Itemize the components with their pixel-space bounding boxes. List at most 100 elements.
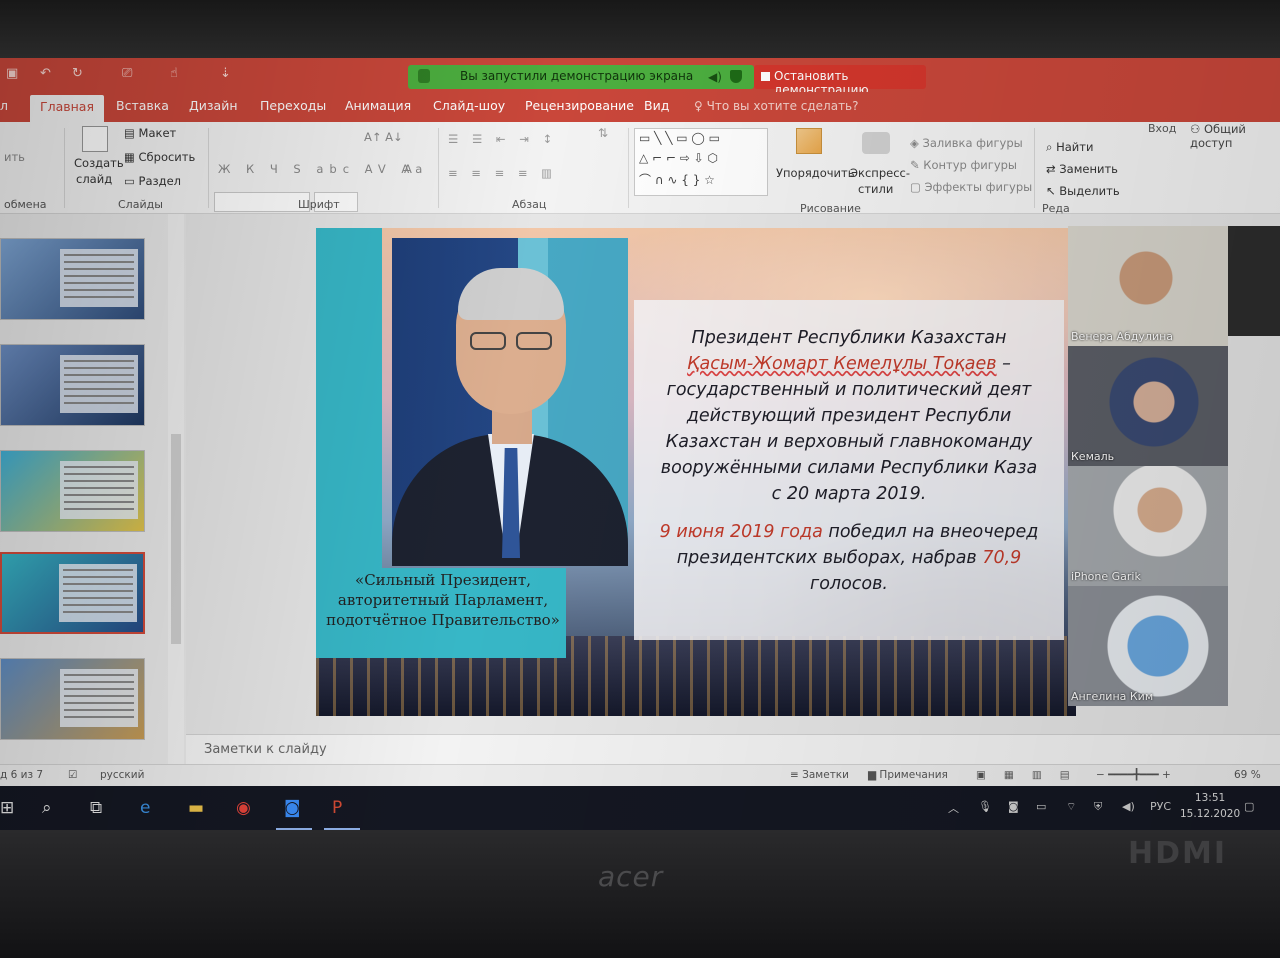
font-format-buttons[interactable]: Ж К Ч S abc AV Aa [218,162,428,176]
task-view-icon[interactable]: ⧉ [90,798,102,818]
slide-thumb-7[interactable] [0,658,145,740]
zoom-slider[interactable]: − ━━━━╋━━━ + [1096,769,1171,781]
comments-toggle[interactable]: ▆ Примечания [868,769,948,781]
file-explorer-icon[interactable]: ▬ [188,798,204,818]
participant-tile[interactable]: Ангелина Ким [1068,586,1228,706]
font-family-box[interactable] [214,192,310,212]
participant-tile[interactable]: iPhone Garik [1068,466,1228,586]
photo-of-monitor: ▣ ↶ ↻ ⎚ ☝ ⇣ Вы запустили демонстрацию эк… [0,0,1280,958]
text-direction-icon[interactable]: ⇅ [598,126,608,140]
quick-styles-icon[interactable] [862,132,890,154]
edge-icon[interactable]: e [140,798,150,818]
zoom-level[interactable]: 69 % [1234,769,1261,781]
current-slide[interactable]: «Сильный Президент, авторитетный Парламе… [316,228,1076,716]
tab-animations[interactable]: Анимация [345,98,411,113]
monitor-bezel-top [0,0,1280,62]
tell-me-search[interactable]: ♀ Что вы хотите сделать? [694,99,859,113]
tray-overflow-icon[interactable]: ︿ [948,800,959,816]
security-icon[interactable]: ⛨ [1094,800,1102,814]
volume-icon[interactable]: ◀) [1122,800,1135,813]
tab-view[interactable]: Вид [644,98,669,113]
slideshow-start-icon[interactable]: ⎚ [122,66,132,81]
zoom-tray-icon[interactable]: ◙ [1008,800,1019,813]
slide-thumb-5[interactable] [0,450,145,532]
view-buttons[interactable]: ▣▦▥▤ [976,769,1088,781]
new-slide-icon[interactable] [82,126,108,152]
reset-icon: ▦ [124,150,139,164]
touch-mode-icon[interactable]: ☝ [170,66,178,81]
zoom-icon[interactable]: ◙ [284,798,301,818]
input-language[interactable]: РУС [1150,800,1171,813]
new-slide-label2[interactable]: слайд [76,172,112,186]
find-button[interactable]: ⌕ Найти [1046,140,1093,155]
spellcheck-icon[interactable]: ☑ [68,769,77,781]
shape-effects-button[interactable]: ▢ Эффекты фигуры [910,180,1032,194]
notes-pane[interactable]: Заметки к слайду [186,734,1280,764]
section-button[interactable]: ▭ Раздел [124,174,181,188]
notes-toggle[interactable]: ≡ Заметки [790,769,849,781]
speaker-icon[interactable]: ◀) [708,70,722,84]
layout-button[interactable]: ▤ Макет [124,126,176,140]
select-button[interactable]: ↖ Выделить [1046,184,1120,198]
powerpoint-icon[interactable]: P [332,798,342,818]
status-bar: д 6 из 7 ☑ русский ≡ Заметки ▆ Примечани… [0,764,1280,786]
arrange-label[interactable]: Упорядочить [776,166,855,180]
tab-slideshow[interactable]: Слайд-шоу [433,98,505,113]
notes-placeholder: Заметки к слайду [204,742,327,757]
undo-icon[interactable]: ↶ [40,66,51,81]
participant-tile[interactable]: Кемаль [1068,346,1228,466]
sign-in-link[interactable]: Вход [1148,122,1176,135]
tab-review[interactable]: Рецензирование [525,98,634,113]
microphone-icon[interactable]: 🎙 [978,800,992,813]
search-icon[interactable]: ⌕ [42,798,52,818]
thumbnail-scrollbar[interactable] [168,214,184,764]
stop-share-button[interactable]: Остановить демонстрацию [754,65,926,97]
chrome-icon[interactable]: ◉ [236,798,251,818]
share-account-button[interactable]: ⚇ Общий доступ [1190,122,1280,150]
tab-transitions[interactable]: Переходы [260,98,326,113]
glasses [470,332,554,352]
tab-design[interactable]: Дизайн [189,98,238,113]
results-line: президентских выборах, набрав 70,9 [634,548,1064,568]
notifications-icon[interactable]: ▢ [1244,800,1254,813]
shape-outline-button[interactable]: ✎ Контур фигуры [910,158,1017,172]
find-label: Найти [1056,140,1094,154]
redo-icon[interactable]: ↻ [72,66,83,81]
text-box[interactable]: Президент Республики Казахстан Қасым-Жом… [634,300,1064,640]
arrange-icon[interactable] [796,128,822,154]
participant-tile[interactable]: Венера Абдулина [1068,226,1228,346]
text-line-5: Казахстан и верховный главнокоманду [665,432,1033,452]
quick-styles-label2[interactable]: стили [858,182,893,196]
replace-button[interactable]: ⇄ Заменить [1046,162,1118,176]
customize-qat-icon[interactable]: ⇣ [220,66,231,81]
tab-file[interactable]: л [0,98,8,113]
paste-partial[interactable]: ить [4,150,25,164]
tab-insert[interactable]: Вставка [116,98,169,113]
notes-icon: ≡ [790,769,803,781]
quick-styles-label[interactable]: Экспресс- [850,166,910,180]
votes-line: голосов. [810,574,888,594]
tab-home[interactable]: Главная [30,95,104,122]
slide-thumb-4[interactable] [0,344,145,426]
slide-thumb-6-selected[interactable] [0,552,145,634]
new-slide-label[interactable]: Создать [74,156,124,170]
shape-fill-button[interactable]: ◈ Заливка фигуры [910,136,1023,150]
results-text: президентских выборах, набрав [676,548,983,568]
tell-me-text: Что вы хотите сделать? [706,99,859,113]
brand-logo: acer [598,860,664,893]
reset-button[interactable]: ▦ Сбросить [124,150,195,164]
start-icon[interactable]: ⊞ [0,798,14,818]
shapes-gallery[interactable]: ▭ ╲ ╲ ▭ ◯ ▭ △ ⌐ ⌐ ⇨ ⇩ ⬡ ⌒ ∩ ∿ { } ☆ [634,128,768,196]
wifi-icon[interactable]: ⌔ [1066,800,1076,814]
grow-font-icon[interactable]: A↑ A↓ [364,130,403,144]
clock[interactable]: 13:51 15.12.2020 [1180,790,1240,822]
save-icon[interactable]: ▣ [6,66,18,81]
font-color-icon[interactable]: A [404,162,412,176]
align-buttons[interactable]: ≡ ≡ ≡ ≡ ▥ [448,166,557,180]
slide-thumb-3[interactable] [0,238,145,320]
battery-icon[interactable]: ▭ [1036,800,1046,813]
thumb-text [60,669,138,727]
scrollbar-thumb[interactable] [171,434,181,644]
language-indicator[interactable]: русский [100,769,144,781]
list-buttons[interactable]: ☰ ☰ ⇤ ⇥ ↕ [448,132,557,146]
